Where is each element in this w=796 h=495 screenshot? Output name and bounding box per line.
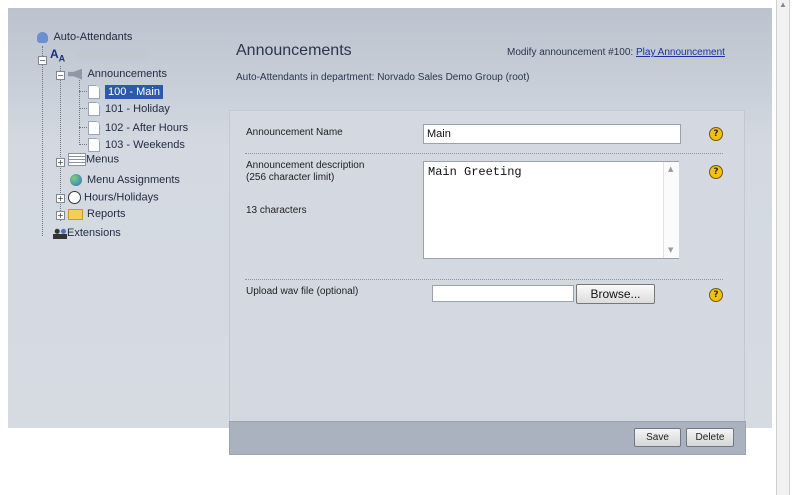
menu-grid-icon [68, 153, 86, 166]
tree-connector [42, 46, 43, 236]
tree-item-hours-holidays[interactable]: Hours/Holidays [68, 191, 159, 204]
globe-icon [70, 174, 82, 187]
tree-label: 103 - Weekends [105, 138, 185, 151]
tree-connector [79, 80, 80, 145]
department-info: Auto-Attendants in department: Norvado S… [236, 72, 530, 83]
help-icon[interactable]: ? [709, 127, 723, 141]
document-icon [88, 102, 100, 116]
browse-button[interactable]: Browse... [576, 284, 655, 304]
tree-connector [79, 144, 87, 145]
tree-label-selected: 100 - Main [105, 84, 163, 99]
tree-item-103-weekends[interactable]: 103 - Weekends [88, 138, 185, 152]
scroll-up-arrow-icon[interactable]: ▲ [779, 0, 787, 9]
play-announcement-link[interactable]: Play Announcement [636, 47, 725, 58]
form-divider [245, 153, 723, 154]
users-icon [53, 227, 67, 239]
tree-item-menus[interactable]: Menus [68, 153, 119, 166]
character-count: 13 characters [246, 205, 307, 216]
megaphone-icon [68, 68, 82, 80]
help-icon[interactable]: ? [709, 165, 723, 179]
tree-root-auto-attendants[interactable]: Auto-Attendants [37, 31, 132, 44]
save-button[interactable]: Save [634, 428, 681, 447]
tree-item-reports[interactable]: Reports [68, 208, 126, 221]
description-label-line2: (256 character limit) [246, 172, 335, 183]
tree-label-reports: Reports [87, 208, 126, 220]
tree-item-menu-assignments[interactable]: Menu Assignments [70, 174, 180, 187]
tree-item-101-holiday[interactable]: 101 - Holiday [88, 102, 170, 116]
scroll-down-icon[interactable]: ▼ [668, 246, 673, 254]
tree-label-menus: Menus [86, 153, 120, 166]
delete-button[interactable]: Delete [686, 428, 734, 447]
tree-item-102-after-hours[interactable]: 102 - After Hours [88, 121, 188, 135]
redacted-department-name [76, 51, 149, 60]
announcement-description-textarea[interactable]: Main Greeting [423, 161, 679, 259]
tree-connector [79, 127, 87, 128]
tree-connector [79, 108, 87, 109]
tree-expander-menus[interactable]: + [56, 158, 65, 167]
textarea-scrollbar[interactable]: ▲ ▼ [663, 162, 679, 258]
tree-department-node[interactable]: AA [50, 47, 149, 65]
scroll-up-icon[interactable]: ▲ [668, 165, 673, 173]
form-divider [245, 279, 723, 280]
tree-root-label: Auto-Attendants [53, 31, 133, 43]
tree-label-extensions: Extensions [67, 227, 121, 239]
file-path-input[interactable] [432, 285, 574, 302]
tree-expander-hours[interactable]: + [56, 194, 65, 203]
phone-user-icon [37, 31, 48, 43]
tree-label: 101 - Holiday [105, 102, 170, 115]
announcement-name-label: Announcement Name [246, 127, 343, 138]
description-label-line1: Announcement description [246, 160, 365, 171]
clock-icon [68, 191, 81, 204]
tree-label-menu-assignments: Menu Assignments [87, 174, 180, 186]
tree-item-announcements[interactable]: Announcements [68, 68, 167, 81]
modify-announcement-text: Modify announcement #100: Play Announcem… [507, 47, 725, 58]
tree-label-announcements: Announcements [87, 68, 167, 80]
page-scrollbar[interactable]: ▲ [776, 0, 790, 495]
tree-expander-department[interactable]: − [38, 56, 47, 65]
folder-icon [68, 208, 83, 220]
page-title: Announcements [236, 42, 352, 59]
tree-label-hours: Hours/Holidays [84, 191, 159, 204]
document-icon [88, 85, 100, 99]
modify-label: Modify announcement #100: [507, 47, 634, 58]
help-icon[interactable]: ? [709, 288, 723, 302]
document-icon [88, 121, 100, 135]
announcement-name-input[interactable] [423, 124, 681, 144]
tree-expander-reports[interactable]: + [56, 211, 65, 220]
font-size-icon: AA [50, 47, 66, 64]
tree-connector [79, 91, 87, 92]
tree-item-extensions[interactable]: Extensions [53, 227, 121, 240]
form-panel [229, 110, 745, 421]
tree-expander-announcements[interactable]: − [56, 71, 65, 80]
tree-label: 102 - After Hours [105, 121, 189, 134]
upload-wav-label: Upload wav file (optional) [246, 286, 359, 297]
document-icon [88, 138, 100, 152]
tree-item-100-main[interactable]: 100 - Main [88, 84, 163, 99]
